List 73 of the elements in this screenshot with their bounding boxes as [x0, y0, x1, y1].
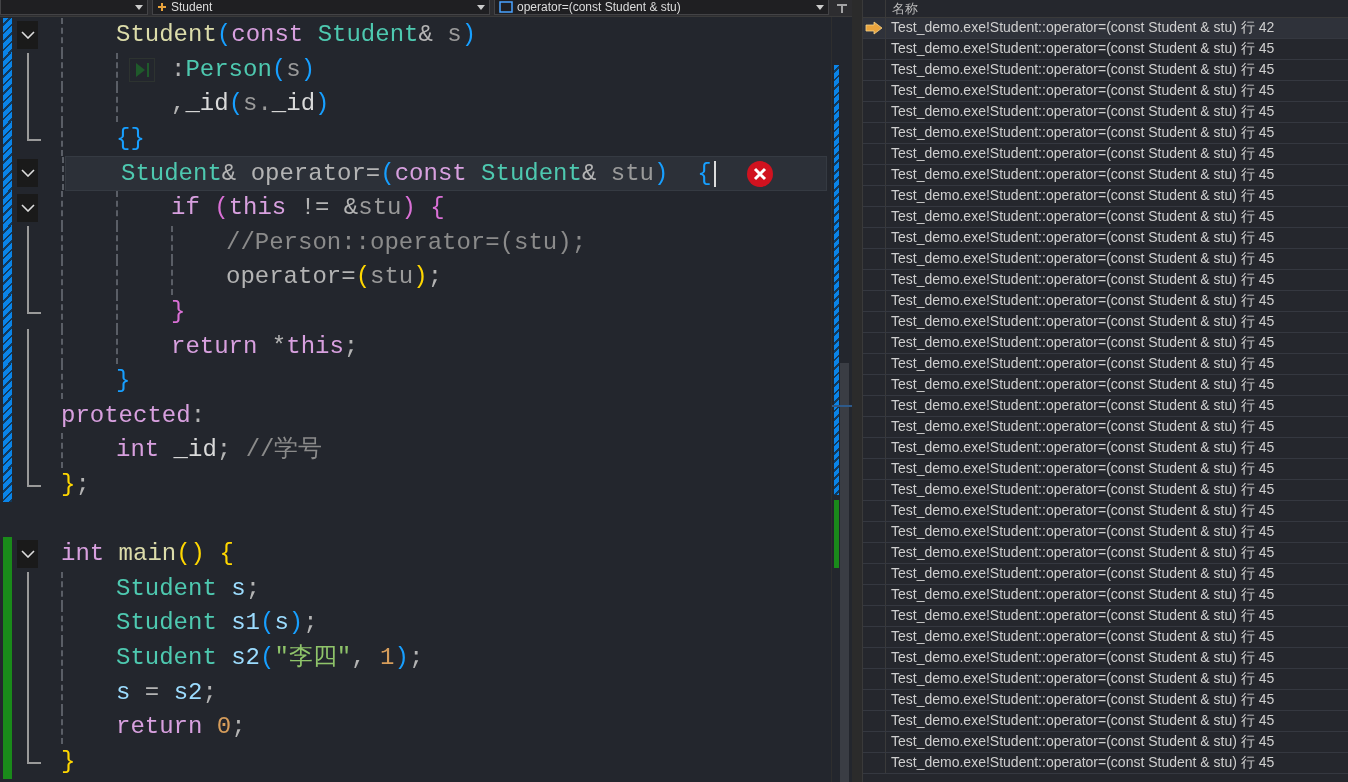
call-stack-row[interactable]: Test_demo.exe!Student::operator=(const Student & stu) 行 45 — [863, 480, 1348, 501]
class-icon — [157, 2, 167, 12]
call-stack-row[interactable]: Test_demo.exe!Student::operator=(const Student & stu) 行 45 — [863, 627, 1348, 648]
call-stack-row[interactable]: Test_demo.exe!Student::operator=(const Student & stu) 行 45 — [863, 396, 1348, 417]
call-stack-row[interactable]: Test_demo.exe!Student::operator=(const Student & stu) 行 45 — [863, 585, 1348, 606]
call-stack-row[interactable]: Test_demo.exe!Student::operator=(const Student & stu) 行 45 — [863, 312, 1348, 333]
code-line: ,_id(s._id) — [171, 89, 330, 120]
call-stack-row[interactable]: Test_demo.exe!Student::operator=(const Student & stu) 行 45 — [863, 123, 1348, 144]
call-stack-row[interactable]: Test_demo.exe!Student::operator=(const Student & stu) 行 45 — [863, 270, 1348, 291]
call-stack-row[interactable]: Test_demo.exe!Student::operator=(const Student & stu) 行 45 — [863, 165, 1348, 186]
scroll-thumb[interactable] — [840, 363, 849, 782]
caret-icon — [816, 4, 824, 10]
code-line: int main() { — [61, 539, 234, 570]
call-stack-row[interactable]: Test_demo.exe!Student::operator=(const Student & stu) 行 45 — [863, 732, 1348, 753]
code-line: s = s2; — [116, 677, 217, 708]
method-icon — [499, 1, 513, 13]
call-stack-row[interactable]: Test_demo.exe!Student::operator=(const Student & stu) 行 45 — [863, 354, 1348, 375]
split-icon — [837, 2, 847, 13]
call-stack-row[interactable]: Test_demo.exe!Student::operator=(const Student & stu) 行 45 — [863, 81, 1348, 102]
code-line: } — [61, 746, 76, 777]
class-dropdown[interactable]: Student — [152, 0, 490, 15]
call-stack-row[interactable]: Test_demo.exe!Student::operator=(const Student & stu) 行 45 — [863, 186, 1348, 207]
call-stack-row[interactable]: Test_demo.exe!Student::operator=(const Student & stu) 行 45 — [863, 39, 1348, 60]
call-stack-row[interactable]: Test_demo.exe!Student::operator=(const Student & stu) 行 45 — [863, 249, 1348, 270]
caret-icon — [135, 4, 143, 10]
code-line: Student s1(s); — [116, 608, 318, 639]
call-stack-row[interactable]: Test_demo.exe!Student::operator=(const Student & stu) 行 42 — [863, 18, 1348, 39]
call-stack-row[interactable]: Test_demo.exe!Student::operator=(const Student & stu) 行 45 — [863, 228, 1348, 249]
call-stack-row[interactable]: Test_demo.exe!Student::operator=(const Student & stu) 行 45 — [863, 690, 1348, 711]
call-stack-row[interactable]: Test_demo.exe!Student::operator=(const Student & stu) 行 45 — [863, 207, 1348, 228]
call-stack-row[interactable]: Test_demo.exe!Student::operator=(const Student & stu) 行 45 — [863, 417, 1348, 438]
call-stack-row[interactable]: Test_demo.exe!Student::operator=(const Student & stu) 行 45 — [863, 375, 1348, 396]
code-line: Student s2("李四", 1); — [116, 643, 424, 673]
caret-icon — [477, 4, 485, 10]
member-dropdown[interactable]: operator=(const Student & stu) — [494, 0, 829, 15]
code-line: {} — [116, 124, 145, 155]
call-stack-row[interactable]: Test_demo.exe!Student::operator=(const Student & stu) 行 45 — [863, 144, 1348, 165]
call-stack-row[interactable]: Test_demo.exe!Student::operator=(const Student & stu) 行 45 — [863, 459, 1348, 480]
call-stack-row[interactable]: Test_demo.exe!Student::operator=(const Student & stu) 行 45 — [863, 522, 1348, 543]
collapse-icon[interactable] — [17, 193, 38, 222]
call-stack-row[interactable]: Test_demo.exe!Student::operator=(const Student & stu) 行 45 — [863, 102, 1348, 123]
call-stack-row[interactable]: Test_demo.exe!Student::operator=(const Student & stu) 行 45 — [863, 501, 1348, 522]
code-line: } — [116, 366, 131, 397]
column-header[interactable]: 名称 — [886, 0, 918, 18]
call-stack-row[interactable]: Test_demo.exe!Student::operator=(const Student & stu) 行 45 — [863, 669, 1348, 690]
call-stack-row[interactable]: Test_demo.exe!Student::operator=(const Student & stu) 行 45 — [863, 291, 1348, 312]
code-line: Student(const Student& s) — [116, 20, 477, 51]
code-line: operator=(stu); — [226, 262, 443, 293]
call-stack-row[interactable]: Test_demo.exe!Student::operator=(const Student & stu) 行 45 — [863, 648, 1348, 669]
code-line: return 0; — [116, 712, 246, 743]
call-stack-row[interactable]: Test_demo.exe!Student::operator=(const Student & stu) 行 45 — [863, 711, 1348, 732]
text-cursor — [713, 160, 716, 187]
call-stack-row[interactable]: Test_demo.exe!Student::operator=(const Student & stu) 行 45 — [863, 333, 1348, 354]
code-line: Student s; — [116, 573, 261, 604]
code-line: int _id; //学号 — [116, 435, 323, 466]
call-stack-row[interactable]: Test_demo.exe!Student::operator=(const Student & stu) 行 45 — [863, 438, 1348, 459]
code-line: if (this != &stu) { — [171, 193, 445, 224]
call-stack-row[interactable]: Test_demo.exe!Student::operator=(const Student & stu) 行 45 — [863, 564, 1348, 585]
code-line: //Person::operator=(stu); — [226, 227, 587, 258]
collapse-icon[interactable] — [17, 159, 38, 188]
code-line: return *this; — [171, 331, 359, 362]
call-stack-row[interactable]: Test_demo.exe!Student::operator=(const Student & stu) 行 45 — [863, 543, 1348, 564]
code-line: Student& operator=(const Student& stu) { — [121, 158, 712, 189]
collapse-icon[interactable] — [17, 21, 38, 49]
code-line: } — [171, 297, 186, 328]
call-stack-row[interactable]: Test_demo.exe!Student::operator=(const Student & stu) 行 45 — [863, 606, 1348, 627]
call-stack-row[interactable]: Test_demo.exe!Student::operator=(const Student & stu) 行 45 — [863, 60, 1348, 81]
code-line: :Person(s) — [171, 54, 316, 85]
collapse-icon[interactable] — [17, 539, 38, 568]
current-frame-arrow-icon — [865, 21, 883, 35]
call-stack-row[interactable]: Test_demo.exe!Student::operator=(const Student & stu) 行 45 — [863, 753, 1348, 774]
code-line: }; — [61, 470, 90, 500]
code-line: protected: — [61, 400, 206, 431]
